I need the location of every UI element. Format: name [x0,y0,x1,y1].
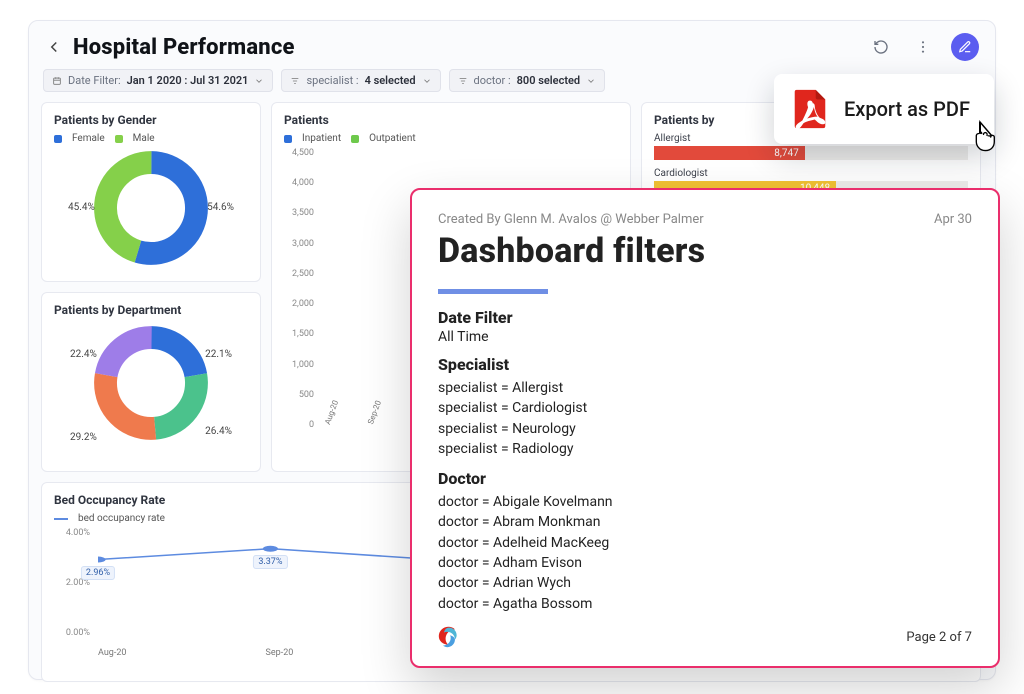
pdf-created-by: Created By Glenn M. Avalos @ Webber Palm… [438,212,972,227]
legend-label: Outpatient [369,133,416,144]
legend-swatch-inpatient [284,135,292,143]
legend-label: Male [133,133,155,144]
list-item: specialist = Allergist [438,378,972,398]
filter-chip-value: 800 selected [517,74,580,87]
pdf-list-specialist: specialist = Allergistspecialist = Cardi… [438,378,972,459]
list-item: doctor = Adham Evison [438,553,972,573]
list-item: doctor = Abram Monkman [438,512,972,532]
pdf-icon [790,88,830,130]
pdf-page-number: Page 2 of 7 [906,630,972,645]
pdf-preview-page: Apr 30 Created By Glenn M. Avalos @ Webb… [410,188,1000,668]
pointer-cursor-icon [968,118,1002,162]
specialist-bar: 8,747 [654,146,805,160]
list-item: doctor = Abigale Kovelmann [438,492,972,512]
card-title: Patients [284,113,618,127]
export-label: Export as PDF [844,97,970,121]
gender-pct-female: 45.4% [68,202,95,213]
legend-label: Female [72,133,105,144]
filter-chip-value: Jan 1 2020 : Jul 31 2021 [127,74,249,87]
edit-button[interactable] [951,33,979,61]
pdf-value-datefilter: All Time [438,329,972,345]
pdf-list-doctor: doctor = Abigale Kovelmanndoctor = Abram… [438,492,972,614]
list-item: doctor = Adelheid MacKeeg [438,533,972,553]
card-title: Patients by Department [54,303,248,317]
specialist-name: Cardiologist [654,168,968,179]
page-title: Hospital Performance [73,35,295,60]
card-patients-by-gender: Patients by Gender Female Male 45.4% 54.… [41,102,261,282]
gender-pct-male: 54.6% [207,202,234,213]
gender-legend: Female Male [54,133,248,144]
pdf-divider [438,289,548,294]
list-item: specialist = Cardiologist [438,398,972,418]
card-patients-by-department: Patients by Department 22.4% 22.1% 29.2%… [41,292,261,472]
topbar: Hospital Performance [41,33,983,69]
bed-point-label: 2.96% [81,566,115,580]
patients-y-axis: 4,5004,0003,5003,0002,5002,0001,5001,000… [284,148,318,430]
export-popover[interactable]: Export as PDF [774,74,994,144]
dept-pct: 22.4% [70,349,97,360]
pdf-date: Apr 30 [934,212,972,227]
filter-chip-value: 4 selected [365,74,416,87]
more-menu-button[interactable] [909,33,937,61]
filter-chip-doctor[interactable]: doctor : 800 selected [449,69,606,92]
dept-pct: 22.1% [205,349,232,360]
legend-label: bed occupancy rate [78,513,165,524]
dept-donut-chart: 22.4% 22.1% 29.2% 26.4% [76,323,226,453]
list-item: specialist = Neurology [438,419,972,439]
bed-point-label: 3.37% [253,555,287,569]
refresh-button[interactable] [867,33,895,61]
top-actions [867,33,979,61]
legend-swatch-outpatient [351,135,359,143]
patients-legend: Inpatient Outpatient [284,133,618,144]
pdf-logo-icon [432,622,466,652]
legend-swatch-male [115,135,123,143]
bed-y-axis: 4.00%2.00%0.00% [54,528,94,638]
legend-line-icon [54,518,68,520]
legend-swatch-female [54,135,62,143]
chevron-down-icon [586,76,596,86]
back-button[interactable] [45,38,63,56]
filter-chip-label: specialist : [306,74,358,87]
pdf-heading-datefilter: Date Filter [438,308,972,327]
legend-label: Inpatient [302,133,341,144]
list-item: doctor = Agatha Bossom [438,594,972,614]
list-item: doctor = Adrian Wych [438,573,972,593]
pdf-heading-doctor: Doctor [438,469,972,488]
dept-pct: 29.2% [70,432,97,443]
filter-chip-date[interactable]: Date Filter: Jan 1 2020 : Jul 31 2021 [43,69,273,92]
pdf-title: Dashboard filters [438,231,972,271]
gender-donut-chart: 45.4% 54.6% [76,148,226,278]
filter-chip-label: doctor : [474,74,511,87]
pdf-heading-specialist: Specialist [438,355,972,374]
dept-pct: 26.4% [205,426,232,437]
filter-chip-label: Date Filter: [68,74,121,87]
card-title: Patients by Gender [54,113,248,127]
filter-chip-specialist[interactable]: specialist : 4 selected [281,69,440,92]
chevron-down-icon [254,76,264,86]
chevron-down-icon [422,76,432,86]
list-item: specialist = Radiology [438,439,972,459]
